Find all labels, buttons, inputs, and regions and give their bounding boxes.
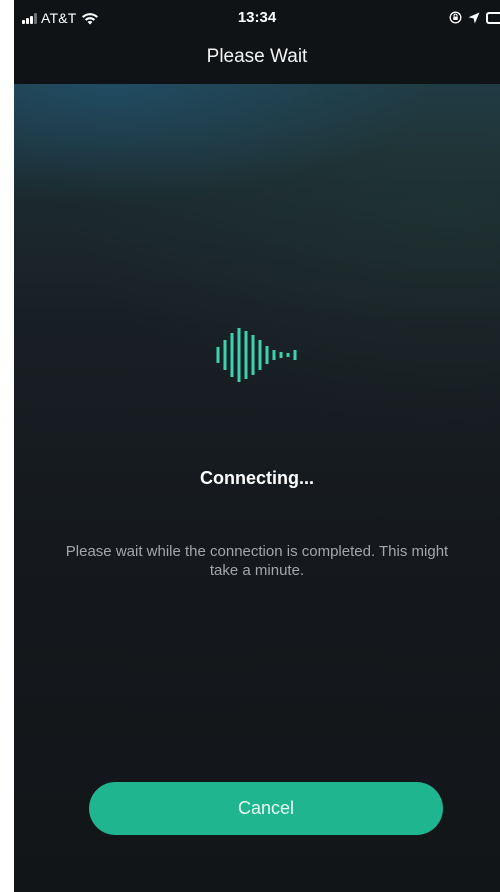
page-title: Please Wait <box>206 46 308 67</box>
status-bar: AT&T 13:34 <box>14 0 500 36</box>
nav-bar: Please Wait <box>14 36 500 84</box>
wait-message: Please wait while the connection is comp… <box>65 543 449 579</box>
phone-screen: AT&T 13:34 Please Wait Connecting... Ple… <box>14 0 500 892</box>
lock-rotation-icon <box>449 11 462 24</box>
status-right <box>449 11 500 24</box>
location-icon <box>468 12 480 23</box>
sound-wave-icon <box>216 328 297 382</box>
cancel-button[interactable]: Cancel <box>89 782 443 835</box>
battery-icon <box>486 11 500 24</box>
status-time: 13:34 <box>237 9 277 26</box>
connecting-heading: Connecting... <box>200 468 314 488</box>
